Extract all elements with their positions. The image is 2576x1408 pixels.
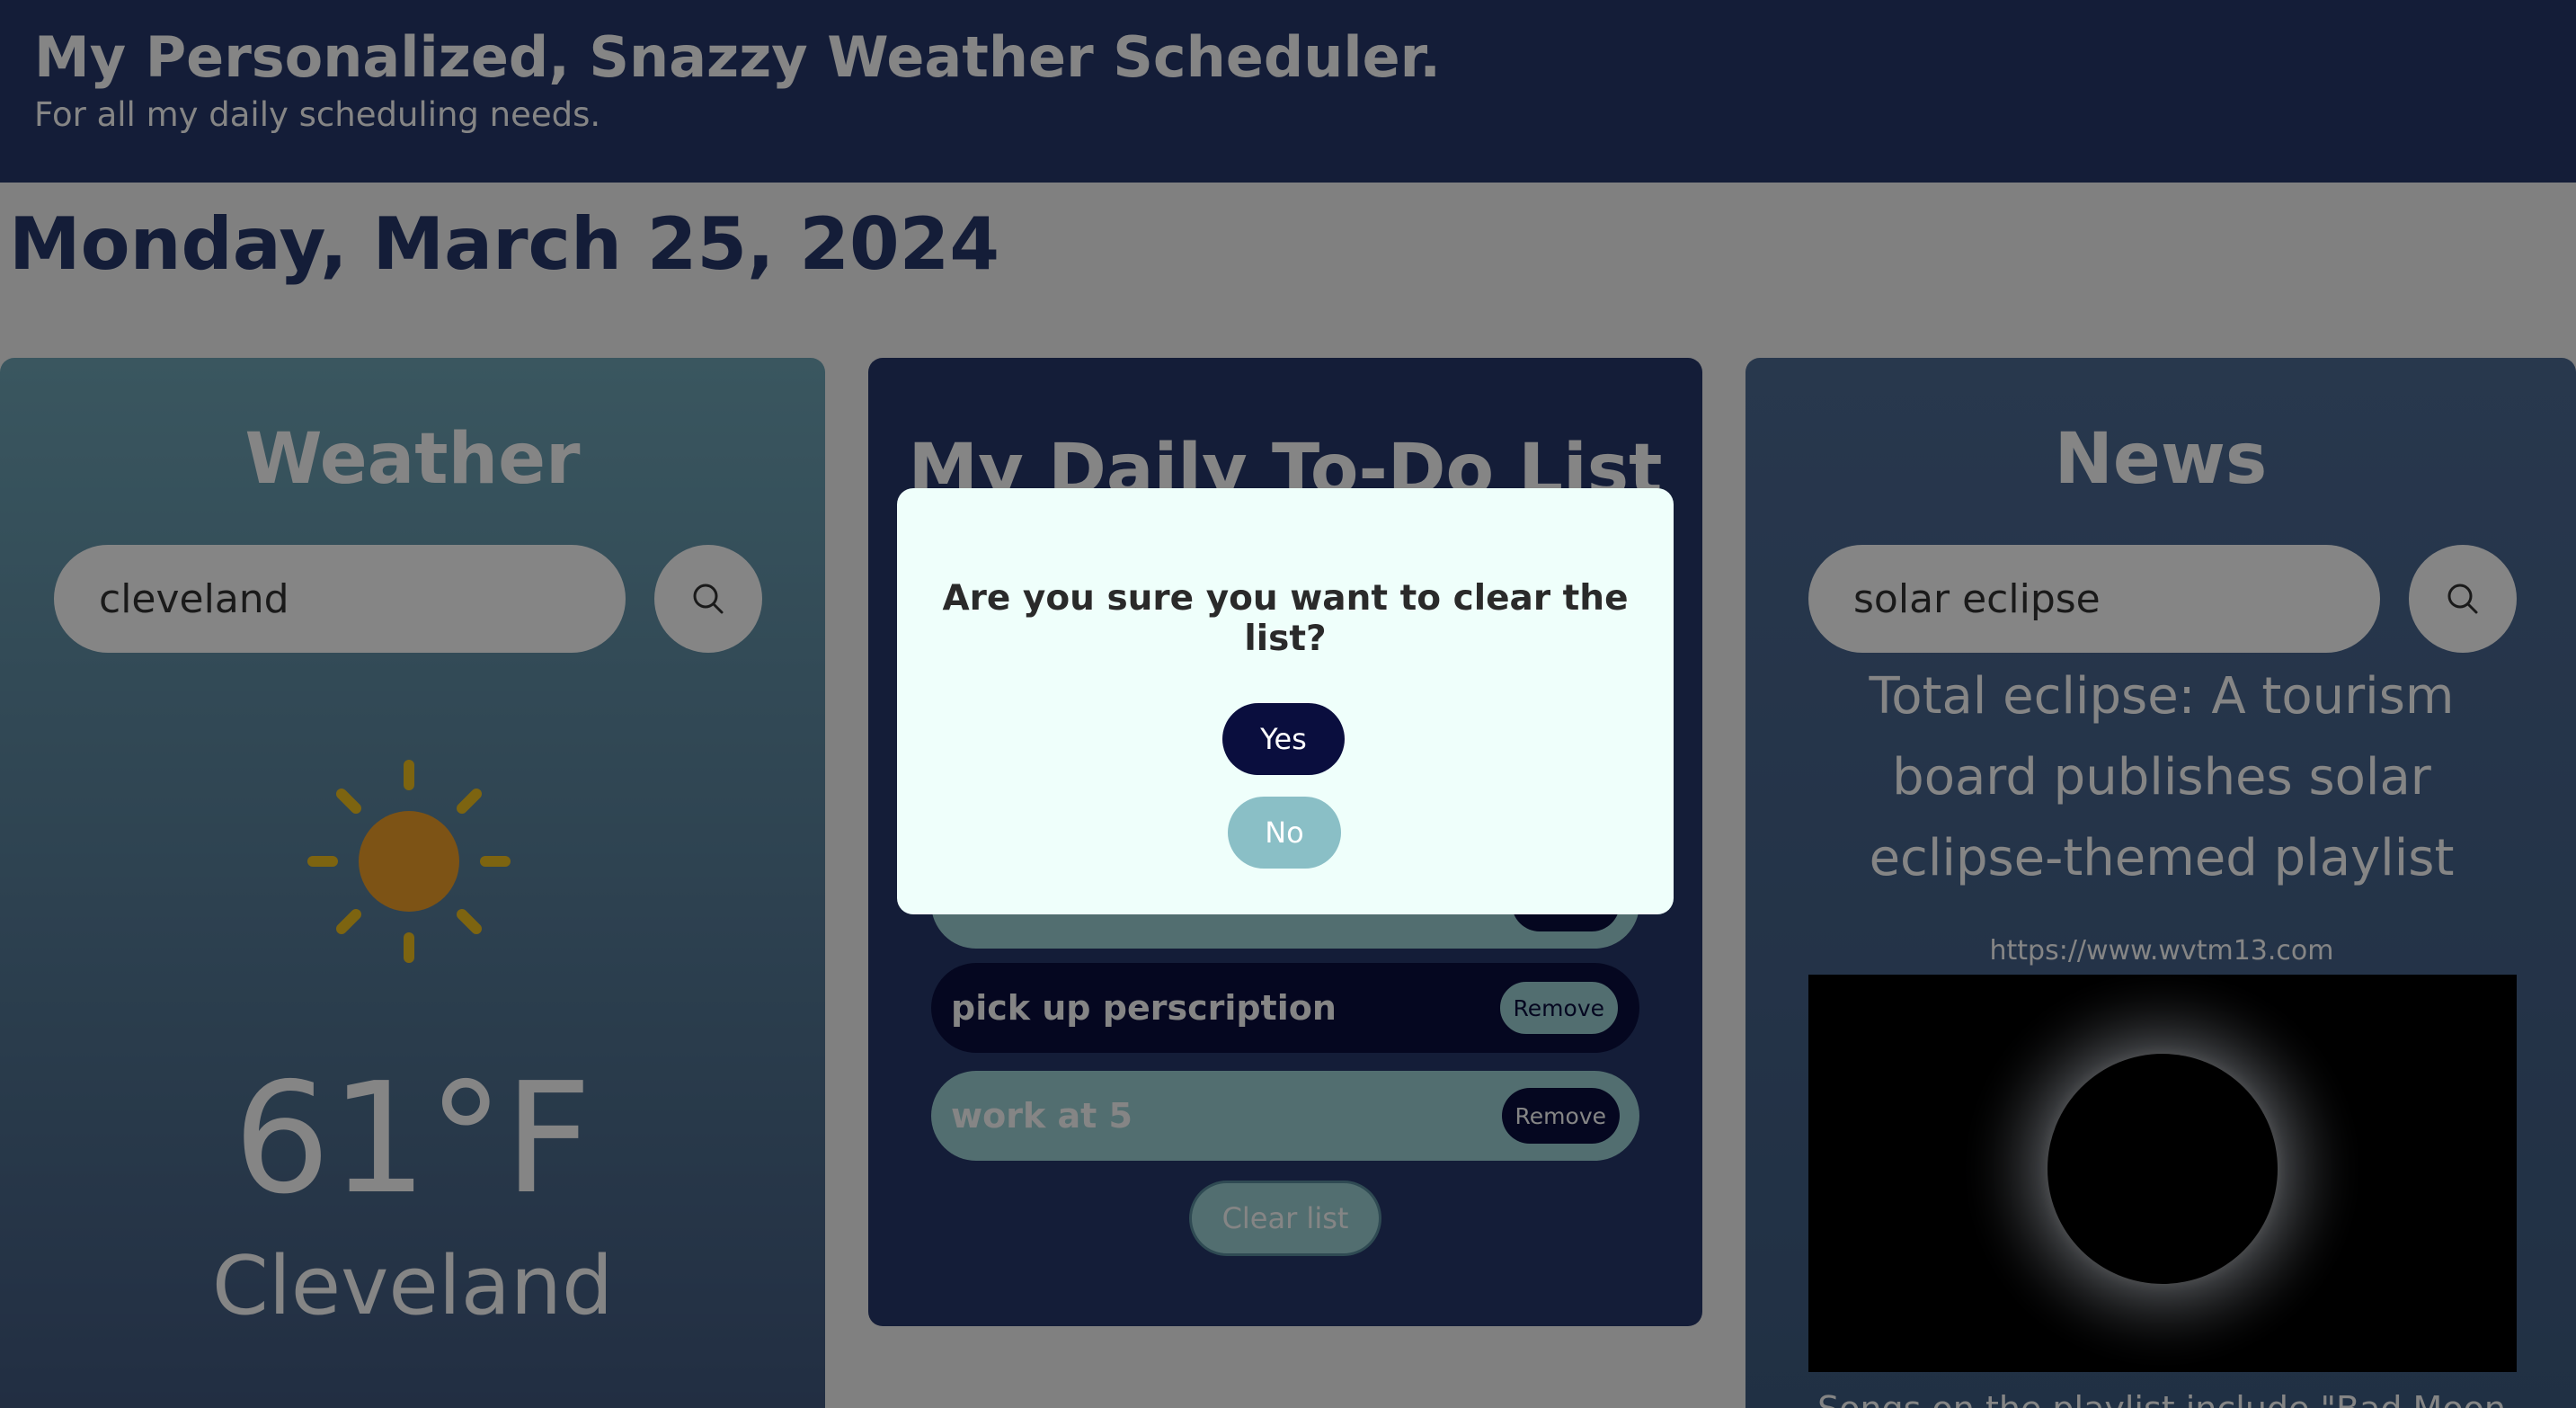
no-button[interactable]: No bbox=[1228, 797, 1341, 869]
dialog-question: Are you sure you want to clear the list? bbox=[942, 578, 1629, 659]
yes-button[interactable]: Yes bbox=[1222, 703, 1345, 775]
confirm-clear-dialog: Are you sure you want to clear the list?… bbox=[897, 488, 1674, 914]
